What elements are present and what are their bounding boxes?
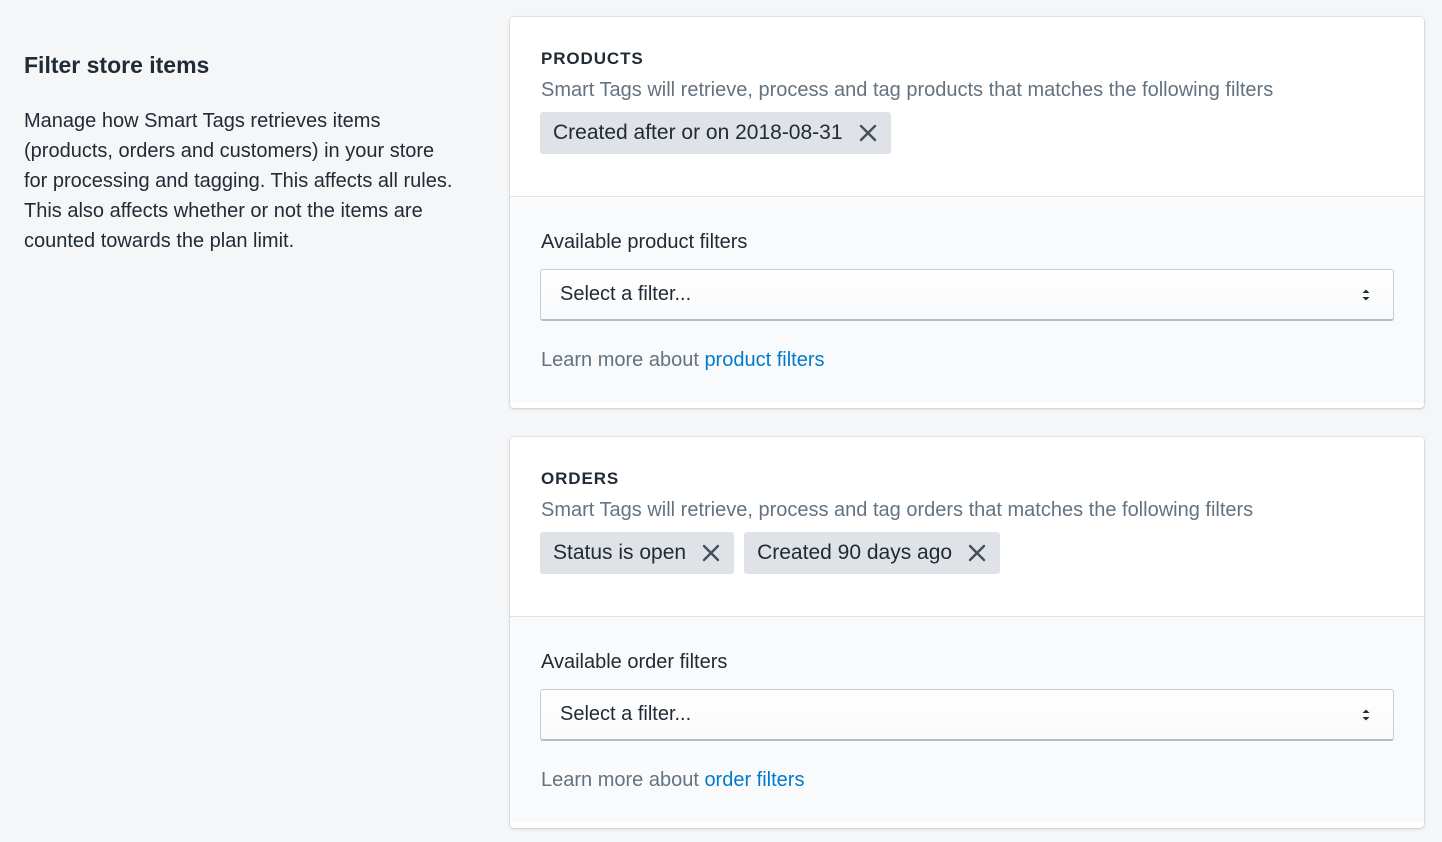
orders-heading: ORDERS <box>541 469 620 488</box>
products-subtitle: Smart Tags will retrieve, process and ta… <box>541 79 1274 101</box>
close-icon[interactable] <box>700 542 722 564</box>
products-card-section: Available product filters Select a filte… <box>510 197 1424 403</box>
filter-tag: Status is open <box>540 532 735 574</box>
products-card: PRODUCTS Smart Tags will retrieve, proce… <box>510 17 1424 408</box>
select-arrows-icon <box>1362 709 1370 720</box>
orders-card-header: ORDERS Smart Tags will retrieve, process… <box>510 437 1424 617</box>
orders-filter-select[interactable]: Select a filter... <box>540 689 1394 741</box>
products-learn-more: Learn more about product filters <box>541 347 1394 373</box>
close-icon[interactable] <box>857 122 879 144</box>
products-select-value: Select a filter... <box>560 283 692 305</box>
select-arrows-icon <box>1362 289 1370 300</box>
products-card-header: PRODUCTS Smart Tags will retrieve, proce… <box>510 17 1424 197</box>
orders-card-section: Available order filters Select a filter.… <box>510 617 1424 823</box>
orders-learn-more: Learn more about order filters <box>541 767 1394 793</box>
section-title: Filter store items <box>24 52 210 78</box>
orders-filter-label: Available order filters <box>541 651 728 673</box>
section-description: Manage how Smart Tags retrieves items (p… <box>24 110 453 252</box>
filter-tag-label: Status is open <box>553 541 687 564</box>
filter-tag: Created after or on 2018-08-31 <box>540 112 891 154</box>
product-filters-link[interactable]: product filters <box>704 349 824 371</box>
order-filters-link[interactable]: order filters <box>704 769 804 791</box>
filter-tag-label: Created 90 days ago <box>757 541 953 564</box>
filter-tag-label: Created after or on 2018-08-31 <box>553 121 843 144</box>
close-icon[interactable] <box>966 542 988 564</box>
orders-select-value: Select a filter... <box>560 703 692 725</box>
orders-subtitle: Smart Tags will retrieve, process and ta… <box>541 499 1254 521</box>
products-learn-prefix: Learn more about <box>541 349 705 371</box>
orders-card: ORDERS Smart Tags will retrieve, process… <box>510 437 1424 828</box>
products-heading: PRODUCTS <box>541 49 644 68</box>
products-tag-list: Created after or on 2018-08-31 <box>540 112 1394 154</box>
products-filter-label: Available product filters <box>541 231 748 253</box>
filter-tag: Created 90 days ago <box>744 532 1001 574</box>
orders-tag-list: Status is open Created 90 days ago <box>540 532 1394 574</box>
orders-learn-prefix: Learn more about <box>541 769 705 791</box>
section-aside: Filter store items Manage how Smart Tags… <box>24 50 454 256</box>
products-filter-select[interactable]: Select a filter... <box>540 269 1394 321</box>
